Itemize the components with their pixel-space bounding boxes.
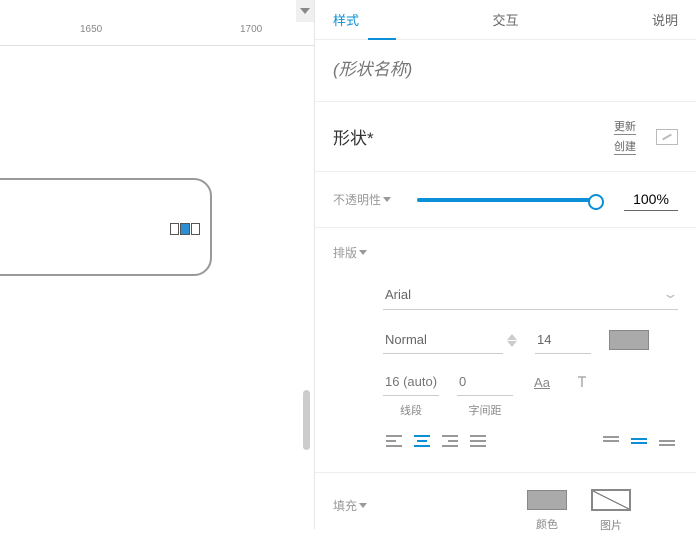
fill-label: 填充 xyxy=(333,497,367,514)
chevron-down-icon: ⌄ xyxy=(662,286,678,302)
create-style-link[interactable]: 创建 xyxy=(614,138,636,155)
update-style-link[interactable]: 更新 xyxy=(614,118,636,135)
properties-panel: 样式 交互 说明 形状* 更新 创建 不透明性 排版 Arial ⌄ xyxy=(314,0,696,529)
align-left-icon[interactable] xyxy=(383,432,405,450)
valign-middle-icon[interactable] xyxy=(628,432,650,450)
align-right-icon[interactable] xyxy=(439,432,461,450)
valign-bottom-icon[interactable] xyxy=(656,432,678,450)
font-family-select[interactable]: Arial ⌄ xyxy=(383,279,678,310)
font-style-stepper[interactable] xyxy=(507,334,517,347)
fill-image-swatch[interactable] xyxy=(591,489,631,511)
opacity-label: 不透明性 xyxy=(333,191,391,208)
shape-name-input[interactable] xyxy=(333,56,678,85)
letter-spacing-input[interactable] xyxy=(457,368,513,396)
letter-spacing-label: 字间距 xyxy=(457,402,513,418)
tab-desc[interactable]: 说明 xyxy=(563,0,696,39)
style-actions: 更新 创建 xyxy=(614,118,636,155)
font-style-select[interactable] xyxy=(383,326,503,354)
fill-section: 填充 颜色 图片 xyxy=(315,473,696,549)
vertical-scrollbar[interactable] xyxy=(303,390,310,450)
opacity-input[interactable] xyxy=(624,188,678,211)
line-height-input[interactable] xyxy=(383,368,439,396)
font-color-swatch[interactable] xyxy=(609,330,649,350)
fill-image-label: 图片 xyxy=(600,517,622,533)
align-justify-icon[interactable] xyxy=(467,432,489,450)
name-section xyxy=(315,40,696,102)
opacity-section: 不透明性 xyxy=(315,172,696,228)
align-center-icon[interactable] xyxy=(411,432,433,450)
text-case-icon[interactable]: Aa xyxy=(531,373,553,391)
valign-top-icon[interactable] xyxy=(600,432,622,450)
line-height-label: 线段 xyxy=(383,402,439,418)
edit-icon[interactable] xyxy=(656,129,678,145)
shape-handle-icon[interactable] xyxy=(170,223,200,235)
horizontal-ruler: 1650 1700 xyxy=(0,22,314,46)
text-format-icon[interactable] xyxy=(571,373,593,391)
panel-tabs: 样式 交互 说明 xyxy=(315,0,696,40)
typography-label: 排版 xyxy=(333,244,678,261)
tab-interact[interactable]: 交互 xyxy=(448,0,563,39)
canvas-area[interactable]: 1650 1700 xyxy=(0,0,314,529)
title-section: 形状* 更新 创建 xyxy=(315,102,696,172)
shape-type-title: 形状* xyxy=(333,124,602,149)
tab-style[interactable]: 样式 xyxy=(315,0,448,39)
font-size-input[interactable] xyxy=(535,326,591,354)
fill-color-swatch[interactable] xyxy=(527,490,567,510)
opacity-slider[interactable] xyxy=(417,198,598,202)
fill-color-label: 颜色 xyxy=(536,516,558,532)
ruler-menu-button[interactable] xyxy=(296,0,314,22)
typography-section: 排版 Arial ⌄ Aa xyxy=(315,228,696,473)
